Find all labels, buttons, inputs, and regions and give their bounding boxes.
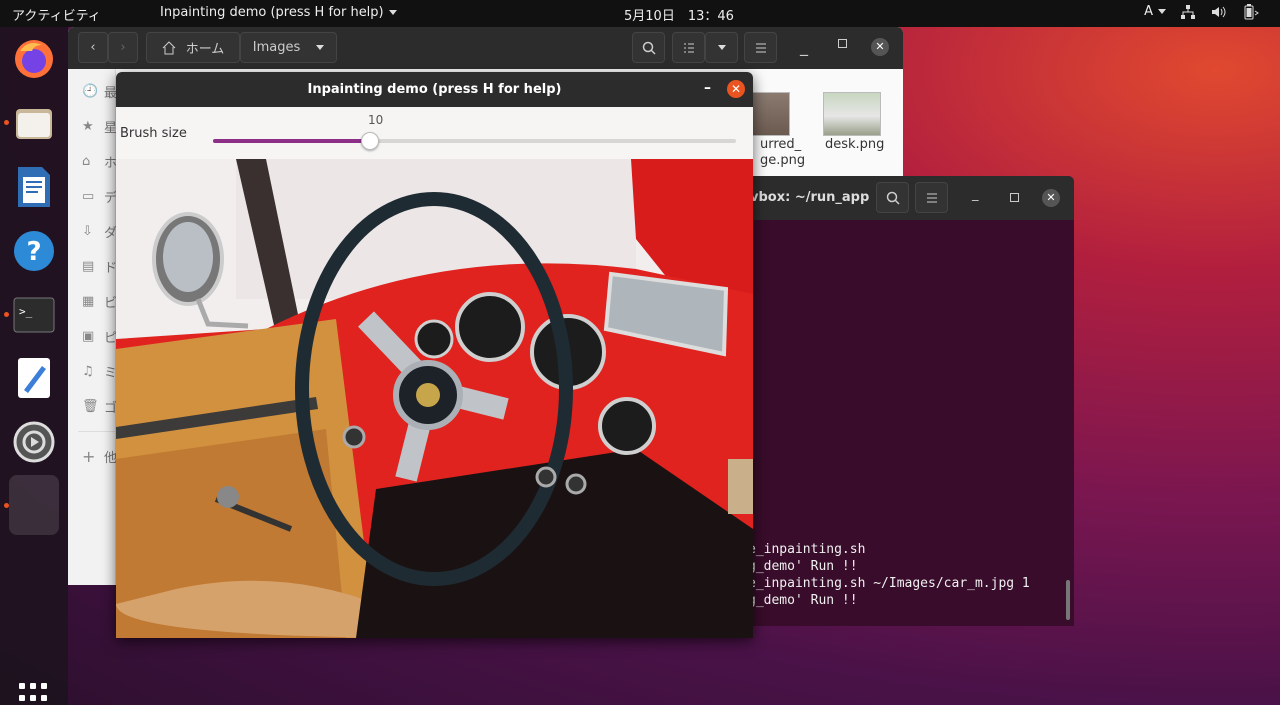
terminal-line: e_inpainting.sh ~/Images/car_m.jpg 1 [748, 576, 1030, 591]
minimize-button[interactable]: – [704, 80, 711, 96]
chevron-down-icon [717, 45, 726, 50]
image-canvas[interactable] [116, 159, 753, 638]
firefox-icon[interactable] [9, 34, 59, 84]
terminal-line: g_demo' Run !! [748, 559, 858, 574]
text-editor-icon[interactable] [9, 353, 59, 403]
brush-size-value: 10 [368, 113, 384, 127]
list-view-icon [683, 43, 694, 52]
plus-icon: + [82, 447, 96, 466]
files-headerbar: ‹ › ホーム Images _ ✕ [68, 27, 903, 69]
music-icon: ♫ [82, 364, 94, 379]
scrollbar[interactable] [1066, 580, 1070, 620]
file-label: ge.png [760, 153, 806, 168]
clock[interactable]: 5月10日 13：46 [624, 5, 734, 24]
back-button[interactable]: ‹ [78, 32, 108, 63]
top-bar: アクティビティ Inpainting demo (press H for hel… [0, 0, 1280, 27]
car-interior-image [116, 159, 753, 638]
terminal-icon[interactable]: >_ [9, 290, 59, 340]
brush-size-label: Brush size [120, 126, 187, 141]
dock: ? >_ [0, 27, 68, 705]
input-method-indicator[interactable]: A [1144, 4, 1166, 20]
file-label-desk: desk.png [825, 137, 885, 152]
files-icon[interactable] [9, 98, 59, 148]
svg-text:>_: >_ [19, 305, 33, 318]
download-icon: ⇩ [82, 224, 93, 239]
trash-icon: 🗑 [82, 399, 99, 414]
brush-size-slider[interactable] [213, 139, 736, 143]
inpainting-titlebar: Inpainting demo (press H for help) – ✕ [116, 72, 753, 107]
forward-button[interactable]: › [108, 32, 138, 63]
close-button[interactable]: ✕ [1042, 189, 1060, 207]
files-sidebar: 🕘 最 ★ 星 ⌂ ホ ▭ デ ⇩ ダ ▤ ド ▦ ビ ▣ ピ ♫ ミ 🗑 ゴ + 他 [68, 69, 117, 585]
app-menu-label: Inpainting demo (press H for help) [160, 5, 384, 20]
chevron-left-icon: ‹ [90, 40, 96, 55]
brush-toolbar: Brush size 10 [116, 107, 753, 159]
window-title: Inpainting demo (press H for help) [307, 82, 562, 97]
chevron-down-icon [316, 45, 325, 50]
terminal-output[interactable]: e_inpainting.sh g_demo' Run !! e_inpaint… [740, 220, 1074, 626]
star-icon: ★ [82, 119, 94, 134]
minimize-button[interactable]: _ [800, 37, 808, 56]
chevron-down-icon [388, 10, 397, 15]
search-icon [642, 41, 656, 55]
view-list-button[interactable] [672, 32, 705, 63]
help-icon[interactable]: ? [9, 226, 59, 276]
slider-thumb[interactable] [360, 132, 379, 150]
battery-icon [1244, 4, 1259, 20]
svg-text:?: ? [26, 237, 41, 267]
network-icon [1181, 5, 1195, 19]
picture-icon: ▣ [82, 329, 95, 344]
show-applications-icon[interactable] [19, 683, 49, 705]
maximize-button[interactable] [838, 39, 847, 48]
close-button[interactable]: ✕ [871, 38, 889, 56]
file-thumbnail-desk[interactable] [823, 92, 881, 136]
breadcrumb-current-label: Images [252, 40, 301, 55]
terminal-title: vbox: ~/run_app [750, 190, 870, 205]
minimize-button[interactable]: _ [972, 187, 979, 202]
divider [78, 431, 116, 432]
system-tray[interactable]: A [1144, 4, 1260, 20]
activities-button[interactable]: アクティビティ [12, 5, 101, 24]
clock-icon: 🕘 [82, 84, 99, 99]
desktop-icon: ▭ [82, 189, 95, 204]
running-app-icon[interactable] [9, 475, 59, 535]
terminal-window: vbox: ~/run_app _ ✕ e_inpainting.sh g_de… [740, 176, 1074, 626]
maximize-button[interactable] [1010, 193, 1019, 202]
writer-icon[interactable] [9, 162, 59, 212]
document-icon: ▤ [82, 259, 95, 274]
view-options-button[interactable] [705, 32, 738, 63]
hamburger-icon [926, 193, 937, 202]
terminal-headerbar: vbox: ~/run_app _ ✕ [740, 176, 1074, 220]
hamburger-icon [755, 43, 766, 52]
chevron-down-icon [1158, 9, 1166, 14]
breadcrumb-home-label: ホーム [185, 42, 225, 57]
close-button[interactable]: ✕ [727, 80, 745, 98]
slider-fill [213, 139, 370, 143]
terminal-line: e_inpainting.sh [748, 542, 866, 557]
home-icon: ⌂ [82, 154, 91, 169]
app-menu[interactable]: Inpainting demo (press H for help) [160, 5, 397, 20]
file-label: urred_ [760, 137, 802, 152]
menu-button[interactable] [744, 32, 777, 63]
terminal-search-button[interactable] [876, 182, 909, 213]
video-icon: ▦ [82, 294, 95, 309]
terminal-line: g_demo' Run !! [748, 593, 858, 608]
settings-icon[interactable] [9, 417, 59, 467]
terminal-menu-button[interactable] [915, 182, 948, 213]
home-icon [162, 40, 176, 54]
breadcrumb-current[interactable]: Images [240, 32, 337, 63]
search-icon [886, 191, 900, 205]
breadcrumb-home[interactable]: ホーム [146, 32, 240, 63]
inpainting-window: Inpainting demo (press H for help) – ✕ B… [116, 72, 753, 638]
search-button[interactable] [632, 32, 665, 63]
volume-icon [1212, 6, 1226, 18]
chevron-right-icon: › [120, 40, 126, 55]
